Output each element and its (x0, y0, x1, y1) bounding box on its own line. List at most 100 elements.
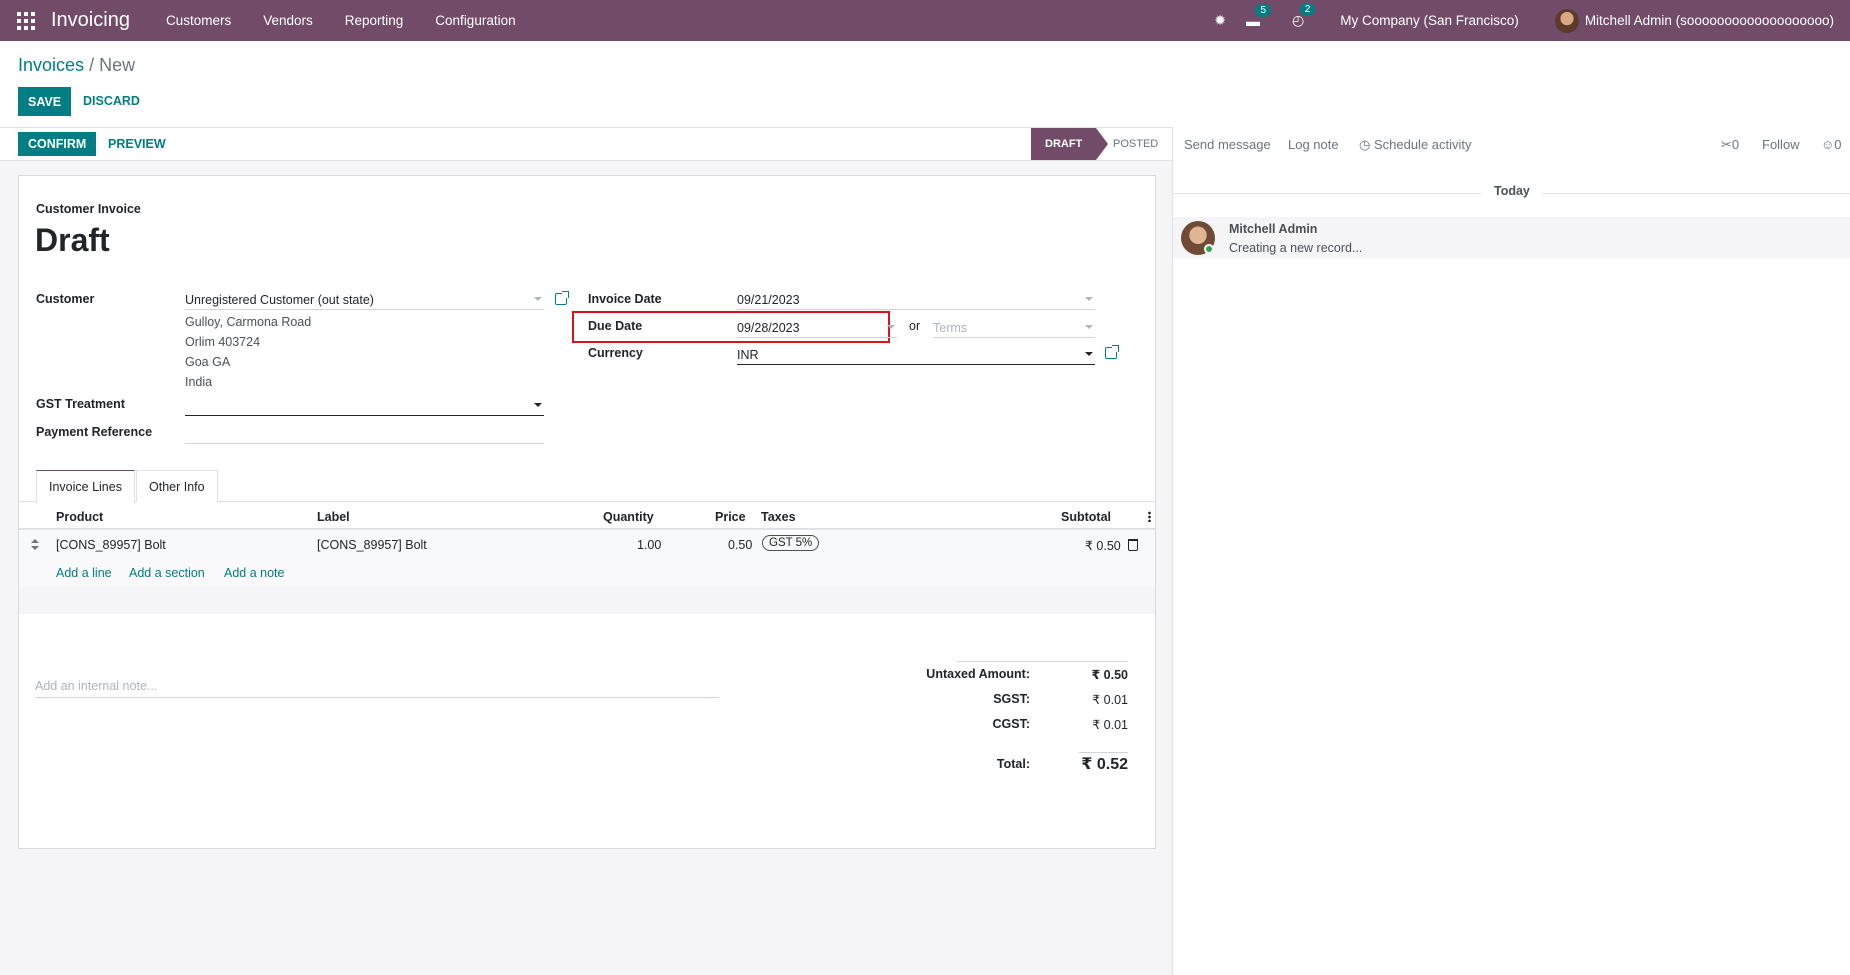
menu-reporting[interactable]: Reporting (329, 13, 420, 28)
sgst-row: SGST: ₹ 0.01 (957, 692, 1128, 710)
address-line-1: Gulloy, Carmona Road (185, 315, 312, 329)
col-subtotal[interactable]: Subtotal (1061, 510, 1111, 524)
followers-button[interactable]: ☺0 (1821, 137, 1842, 152)
menu-configuration[interactable]: Configuration (419, 13, 531, 28)
attachments-count: 0 (1731, 137, 1740, 152)
external-link-icon[interactable] (1105, 345, 1119, 359)
total-label: Total: (996, 757, 1030, 771)
row-quantity[interactable]: 1.00 (637, 538, 661, 552)
chevron-down-icon (1085, 352, 1093, 356)
chevron-down-icon (1085, 297, 1093, 301)
status-posted[interactable]: POSTED (1113, 128, 1158, 160)
cgst-value: ₹ 0.01 (1092, 718, 1128, 732)
due-date-value: 09/28/2023 (737, 321, 800, 335)
user-icon: ☺ (1821, 137, 1835, 152)
breadcrumb-invoices[interactable]: Invoices (18, 55, 84, 75)
add-note-link[interactable]: Add a note (224, 566, 284, 580)
or-separator: or (909, 319, 921, 333)
tax-tag[interactable]: GST 5% (762, 535, 820, 551)
add-section-link[interactable]: Add a section (129, 566, 205, 580)
tab-invoice-lines[interactable]: Invoice Lines (36, 470, 135, 503)
add-line-link[interactable]: Add a line (56, 566, 112, 580)
preview-button[interactable]: PREVIEW (98, 132, 176, 156)
invoice-date-value: 09/21/2023 (737, 293, 800, 307)
row-price[interactable]: 0.50 (728, 538, 752, 552)
chatter-panel: Send message Log note ◷ Schedule activit… (1173, 128, 1850, 975)
followers-count: 0 (1834, 137, 1842, 152)
totals-top-line (957, 661, 1128, 662)
messages-icon[interactable]: ▬ 5 (1246, 3, 1272, 29)
navbar-systray: ✹ ▬ 5 ◴ 2 My Company (San Francisco) Mitch… (1204, 0, 1850, 41)
chevron-down-icon (1085, 325, 1093, 329)
address-line-4: India (185, 375, 213, 389)
customer-label: Customer (36, 292, 95, 306)
follow-button[interactable]: Follow (1762, 137, 1800, 152)
external-link-icon[interactable] (555, 291, 569, 305)
add-line-row: Add a line Add a section Add a note (19, 559, 1155, 587)
currency-field[interactable]: INR (737, 345, 1095, 365)
attachments-button[interactable]: ✂0 (1721, 137, 1739, 153)
menu-vendors[interactable]: Vendors (247, 13, 329, 28)
payment-reference-input[interactable] (185, 424, 544, 444)
save-button[interactable]: SAVE (18, 87, 72, 116)
trash-icon[interactable] (1128, 539, 1138, 551)
internal-note-input[interactable]: Add an internal note... (35, 672, 719, 698)
form-statusbar: CONFIRM PREVIEW DRAFT POSTED (0, 128, 1172, 161)
row-label[interactable]: [CONS_89957] Bolt (317, 538, 427, 552)
status-draft[interactable]: DRAFT (1031, 128, 1109, 160)
message-author[interactable]: Mitchell Admin (1229, 222, 1317, 236)
separator-line-left (1173, 193, 1481, 194)
untaxed-value: ₹ 0.50 (1091, 668, 1129, 682)
user-menu[interactable]: Mitchell Admin (sooooooooooooooooooo) (1585, 13, 1834, 28)
tab-other-info[interactable]: Other Info (136, 470, 218, 502)
chevron-down-icon (534, 403, 542, 407)
address-line-2: Orlim 403724 (185, 335, 261, 349)
address-line-3: Goa GA (185, 355, 231, 369)
invoice-date-field[interactable]: 09/21/2023 (737, 290, 1095, 310)
company-switcher[interactable]: My Company (San Francisco) (1340, 13, 1519, 28)
chatter-message: Mitchell Admin Creating a new record... (1173, 217, 1850, 258)
col-quantity[interactable]: Quantity (603, 510, 654, 524)
invoice-form-sheet: Customer Invoice Draft Customer Unregist… (18, 175, 1156, 849)
schedule-activity-label: Schedule activity (1373, 137, 1472, 152)
row-product[interactable]: [CONS_89957] Bolt (56, 538, 166, 552)
table-row[interactable]: [CONS_89957] Bolt [CONS_89957] Bolt 1.00… (19, 531, 1155, 559)
payment-terms-field[interactable]: Terms (933, 318, 1095, 338)
drag-handle-icon[interactable] (31, 539, 39, 551)
chevron-down-icon (887, 325, 895, 329)
debug-bug-icon[interactable]: ✹ (1214, 12, 1226, 29)
top-navbar: Invoicing Customers Vendors Reporting Co… (0, 0, 1850, 41)
notebook-tabs: Invoice Lines Other Info (19, 470, 1155, 503)
col-label[interactable]: Label (317, 510, 350, 524)
messages-badge: 5 (1255, 3, 1272, 17)
invoice-title: Draft (35, 222, 110, 258)
invoice-lines-header: Product Label Quantity Price Taxes Subto… (19, 503, 1155, 530)
untaxed-label: Untaxed Amount: (926, 667, 1030, 681)
confirm-button[interactable]: CONFIRM (18, 132, 97, 156)
schedule-activity-button[interactable]: ◷ Schedule activity (1359, 137, 1472, 153)
user-avatar[interactable] (1554, 8, 1579, 33)
untaxed-row: Untaxed Amount: ₹ 0.50 (926, 667, 1129, 685)
app-brand[interactable]: Invoicing (51, 9, 130, 32)
payment-reference-label: Payment Reference (36, 425, 153, 439)
col-product[interactable]: Product (56, 510, 103, 524)
activities-icon[interactable]: ◴ 2 (1292, 3, 1316, 29)
gst-treatment-select[interactable] (185, 396, 544, 416)
customer-field[interactable]: Unregistered Customer (out state) (185, 290, 544, 310)
paperclip-icon: ✂ (1721, 137, 1732, 152)
separator-line-right (1542, 193, 1850, 194)
online-status-icon (1204, 244, 1214, 254)
breadcrumb-separator: / (89, 55, 95, 75)
total-row: Total: ₹ 0.52 (957, 756, 1128, 779)
send-message-button[interactable]: Send message (1184, 137, 1271, 152)
apps-menu-icon[interactable] (17, 11, 35, 30)
log-note-button[interactable]: Log note (1288, 137, 1339, 152)
currency-value: INR (737, 348, 759, 362)
due-date-field[interactable]: 09/28/2023 (737, 318, 897, 338)
optional-columns-icon[interactable] (1148, 511, 1151, 522)
col-taxes[interactable]: Taxes (761, 510, 796, 524)
col-price[interactable]: Price (715, 510, 746, 524)
discard-button[interactable]: DISCARD (73, 87, 150, 115)
menu-customers[interactable]: Customers (150, 13, 247, 28)
date-separator: Today (1173, 184, 1850, 204)
